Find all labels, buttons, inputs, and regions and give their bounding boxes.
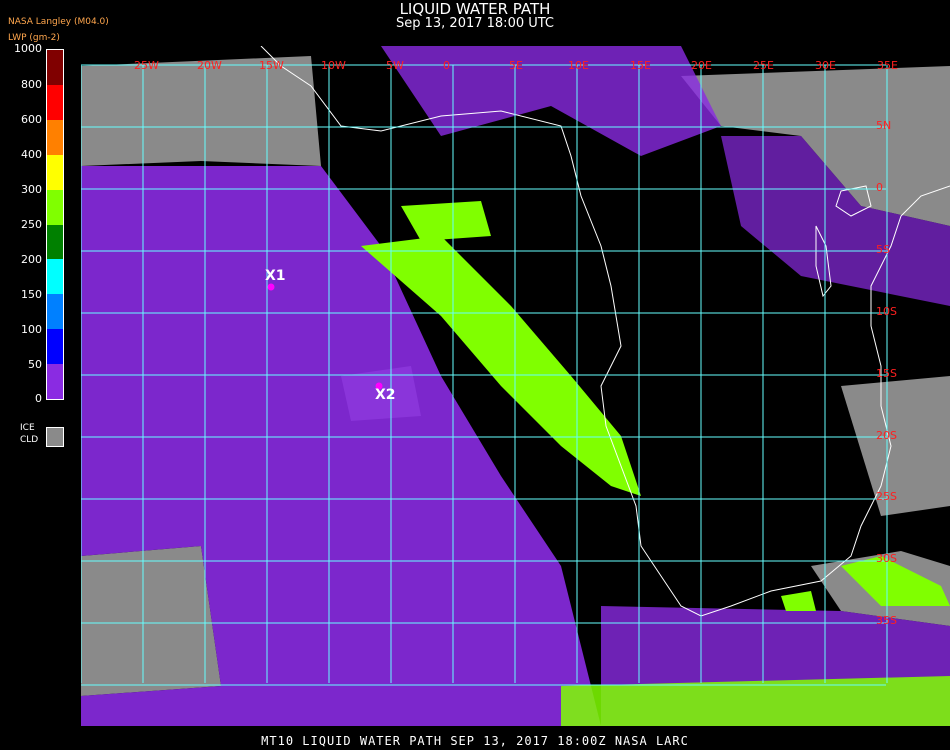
ice-cloud-swatch: [46, 427, 64, 447]
ice-label: ICE: [20, 423, 35, 433]
lat-label: 20S: [876, 429, 897, 442]
lon-label: 20E: [691, 59, 712, 72]
legend-color-band: [47, 119, 63, 155]
lon-label: 0: [443, 59, 450, 72]
legend-color-band: [47, 154, 63, 190]
page-subtitle: Sep 13, 2017 18:00 UTC: [395, 16, 555, 31]
lat-label: 5S: [876, 243, 890, 256]
legend-color-band: [47, 189, 63, 225]
legend-tick: 100: [21, 323, 42, 336]
lat-label: 0: [876, 181, 883, 194]
legend-tick: 50: [28, 358, 42, 371]
satellite-map[interactable]: X1 X2 25W 20W 15W 10W 5W 0 5E 10E 15E 20…: [80, 45, 950, 726]
legend-color-band: [47, 259, 63, 295]
legend-color-band: [47, 294, 63, 330]
marker-x1-label: X1: [265, 268, 286, 284]
legend-color-band: [47, 364, 63, 400]
marker-x2-label: X2: [375, 387, 396, 403]
lat-label: 15S: [876, 367, 897, 380]
lon-label: 30E: [815, 59, 836, 72]
legend-color-band: [47, 50, 63, 85]
footer-caption: MT10 LIQUID WATER PATH SEP 13, 2017 18:0…: [261, 734, 689, 748]
lon-label: 25E: [753, 59, 774, 72]
legend-tick: 250: [21, 218, 42, 231]
lat-label: 35S: [876, 614, 897, 627]
lat-label: 10S: [876, 305, 897, 318]
lon-label: 15E: [630, 59, 651, 72]
lon-label: 5E: [509, 59, 523, 72]
legend-color-band: [47, 329, 63, 365]
legend-tick: 800: [21, 78, 42, 91]
legend-tick: 1000: [14, 42, 42, 55]
lon-label: 15W: [259, 59, 284, 72]
legend-tick: 150: [21, 288, 42, 301]
legend-tick: 300: [21, 183, 42, 196]
source-label: NASA Langley (M04.0): [8, 17, 109, 27]
legend-color-band: [47, 224, 63, 260]
lon-label: 10E: [568, 59, 589, 72]
lon-label: 10W: [321, 59, 346, 72]
lon-label: 5W: [386, 59, 404, 72]
lat-label: 5N: [876, 119, 892, 132]
lon-label: 35E: [877, 59, 898, 72]
legend-tick: 200: [21, 253, 42, 266]
lon-label: 20W: [197, 59, 222, 72]
cloud-label: CLD: [20, 435, 39, 445]
map-canvas: [80, 45, 950, 726]
color-legend: [46, 49, 64, 400]
legend-tick: 600: [21, 113, 42, 126]
page-title: LIQUID WATER PATH: [399, 0, 551, 18]
legend-color-band: [47, 84, 63, 120]
lat-label: 30S: [876, 552, 897, 565]
marker-x1-dot[interactable]: [267, 283, 275, 291]
legend-tick: 0: [35, 392, 42, 405]
lon-label: 25W: [134, 59, 159, 72]
legend-tick: 400: [21, 148, 42, 161]
lat-label: 25S: [876, 490, 897, 503]
